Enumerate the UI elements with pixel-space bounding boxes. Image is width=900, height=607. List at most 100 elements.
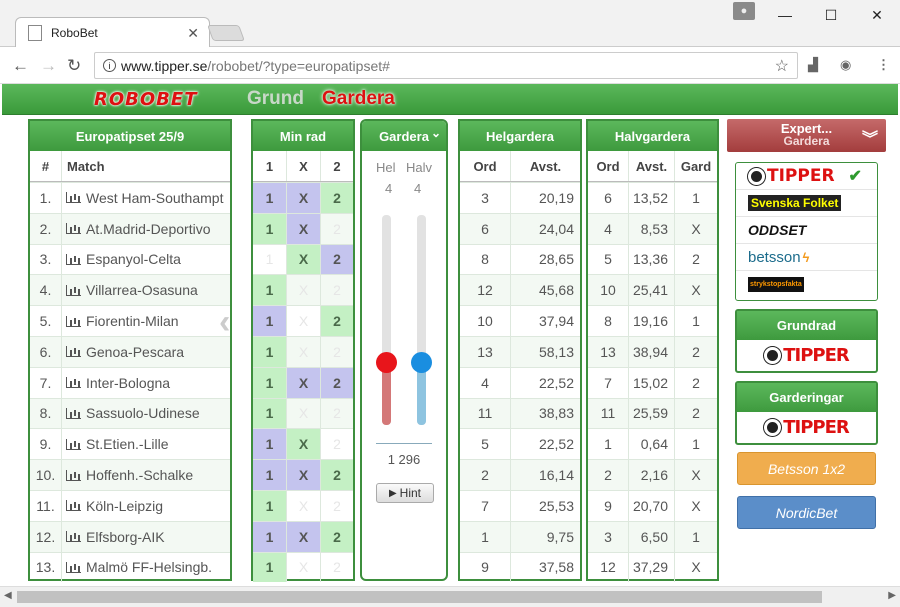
pick-2-cell[interactable]: 2 <box>320 183 353 213</box>
pick-1-cell[interactable]: 1 <box>253 213 286 244</box>
pick-1-cell[interactable]: 1 <box>253 429 286 460</box>
pick-X-cell[interactable]: X <box>286 521 320 552</box>
pick-X-cell[interactable]: X <box>286 460 320 490</box>
pick-2-cell[interactable]: 2 <box>320 490 353 521</box>
match-cell[interactable]: Fiorentin-Milan <box>61 306 230 336</box>
pick-X-cell[interactable]: X <box>286 275 320 306</box>
match-cell[interactable]: St.Etien.-Lille <box>61 429 230 460</box>
provider-tipper[interactable]: TIPPER ✔ <box>736 163 877 190</box>
pick-X-cell[interactable]: X <box>286 398 320 429</box>
pick-2-cell[interactable]: 2 <box>320 398 353 429</box>
bar-chart-icon[interactable] <box>66 223 81 235</box>
halv-slider-handle[interactable] <box>411 352 432 373</box>
pick-2-cell[interactable]: 2 <box>320 552 353 583</box>
hel-slider-handle[interactable] <box>376 352 397 373</box>
reload-icon[interactable]: ↻ <box>67 56 81 76</box>
match-cell[interactable]: Hoffenh.-Schalke <box>61 460 230 490</box>
garderingar-tipper-link[interactable]: TIPPER <box>737 412 876 443</box>
pick-X-cell[interactable]: X <box>286 244 320 275</box>
provider-svenska-folket[interactable]: Svenska Folket <box>736 190 877 217</box>
new-tab-button[interactable] <box>207 25 245 41</box>
bar-chart-icon[interactable] <box>66 531 81 543</box>
bar-chart-icon[interactable] <box>66 253 81 265</box>
pick-2-cell[interactable]: 2 <box>320 521 353 552</box>
scrollbar-thumb[interactable] <box>17 591 822 603</box>
bar-chart-icon[interactable] <box>66 346 81 358</box>
pick-2-cell[interactable]: 2 <box>320 460 353 490</box>
pick-1-cell[interactable]: 1 <box>253 552 286 583</box>
pick-1-cell[interactable]: 1 <box>253 367 286 398</box>
pick-1-cell[interactable]: 1 <box>253 306 286 336</box>
bar-chart-icon[interactable] <box>66 407 81 419</box>
minimize-icon[interactable]: — <box>762 0 808 30</box>
address-bar[interactable]: i www.tipper.se/robobet/?type=europatips… <box>94 52 798 79</box>
bar-chart-icon[interactable] <box>66 500 81 512</box>
bar-chart-icon[interactable] <box>66 192 81 204</box>
pick-X-cell[interactable]: X <box>286 552 320 583</box>
match-cell[interactable]: Köln-Leipzig <box>61 490 230 521</box>
pick-X-cell[interactable]: X <box>286 213 320 244</box>
pick-X-cell[interactable]: X <box>286 367 320 398</box>
match-cell[interactable]: Elfsborg-AIK <box>61 521 230 552</box>
pick-1-cell[interactable]: 1 <box>253 490 286 521</box>
match-cell[interactable]: Sassuolo-Udinese <box>61 398 230 429</box>
nordicbet-button[interactable]: NordicBet <box>737 496 876 529</box>
provider-betsson[interactable]: betsson ϟ <box>736 244 877 271</box>
close-window-icon[interactable]: ✕ <box>854 0 900 30</box>
provider-strykstopsfakta[interactable]: strykstopsfakta <box>736 271 877 298</box>
pick-1-cell[interactable]: 1 <box>253 521 286 552</box>
extension-chart-icon[interactable]: ▟ <box>808 57 818 73</box>
provider-oddset[interactable]: ODDSET <box>736 217 877 244</box>
betsson-1x2-button[interactable]: Betsson 1x2 <box>737 452 876 485</box>
extension-shield-icon[interactable]: ◉ <box>840 57 851 73</box>
expert-gardera-button[interactable]: Expert... Gardera ︾ <box>727 119 886 152</box>
bar-chart-icon[interactable] <box>66 438 81 450</box>
mode-grund-link[interactable]: Grund <box>247 88 304 110</box>
pick-1-cell[interactable]: 1 <box>253 245 286 275</box>
pick-1-cell[interactable]: 1 <box>253 275 286 306</box>
match-cell[interactable]: Genoa-Pescara <box>61 336 230 367</box>
pick-X-cell[interactable]: X <box>286 306 320 336</box>
bar-chart-icon[interactable] <box>66 377 81 389</box>
match-cell[interactable]: Malmö FF-Helsingb. <box>61 552 230 583</box>
back-icon[interactable]: ← <box>12 56 29 76</box>
pick-2-cell[interactable]: 2 <box>320 275 353 306</box>
horizontal-scrollbar[interactable]: ◀ ▶ <box>0 586 900 607</box>
profile-icon[interactable]: ● <box>733 2 755 20</box>
match-cell[interactable]: West Ham-Southampt <box>61 183 230 213</box>
pick-2-cell[interactable]: 2 <box>320 244 353 275</box>
pick-X-cell[interactable]: X <box>286 429 320 460</box>
pick-2-cell[interactable]: 2 <box>320 336 353 367</box>
match-cell[interactable]: Villarrea-Osasuna <box>61 275 230 306</box>
close-tab-icon[interactable]: ✕ <box>187 25 199 42</box>
pick-X-cell[interactable]: X <box>286 490 320 521</box>
robobet-logo[interactable]: ROBOBET <box>94 89 197 110</box>
info-icon[interactable]: i <box>103 59 116 72</box>
scroll-right-icon[interactable]: ▶ <box>888 590 896 601</box>
bar-chart-icon[interactable] <box>66 469 81 481</box>
pick-1-cell[interactable]: 1 <box>253 183 286 213</box>
bar-chart-icon[interactable] <box>66 315 81 327</box>
hel-slider[interactable] <box>376 215 397 425</box>
pick-2-cell[interactable]: 2 <box>320 429 353 460</box>
match-cell[interactable]: At.Madrid-Deportivo <box>61 213 230 244</box>
pick-X-cell[interactable]: X <box>286 183 320 213</box>
pick-2-cell[interactable]: 2 <box>320 213 353 244</box>
chevron-double-down-icon[interactable]: ⌄ <box>431 126 441 140</box>
collapse-chevron-icon[interactable]: ‹ <box>219 303 230 342</box>
pick-1-cell[interactable]: 1 <box>253 336 286 367</box>
bookmark-star-icon[interactable]: ☆ <box>775 56 789 76</box>
grundrad-tipper-link[interactable]: TIPPER <box>737 340 876 371</box>
bar-chart-icon[interactable] <box>66 284 81 296</box>
pick-X-cell[interactable]: X <box>286 336 320 367</box>
forward-icon[interactable]: → <box>40 56 57 76</box>
pick-1-cell[interactable]: 1 <box>253 398 286 429</box>
mode-gardera-link[interactable]: Gardera <box>322 88 395 110</box>
match-cell[interactable]: Inter-Bologna <box>61 367 230 398</box>
menu-icon[interactable]: ⋮ <box>877 57 890 73</box>
scroll-left-icon[interactable]: ◀ <box>4 590 12 601</box>
pick-2-cell[interactable]: 2 <box>320 306 353 336</box>
pick-1-cell[interactable]: 1 <box>253 460 286 490</box>
maximize-icon[interactable]: ☐ <box>808 0 854 30</box>
halv-slider[interactable] <box>411 215 432 425</box>
